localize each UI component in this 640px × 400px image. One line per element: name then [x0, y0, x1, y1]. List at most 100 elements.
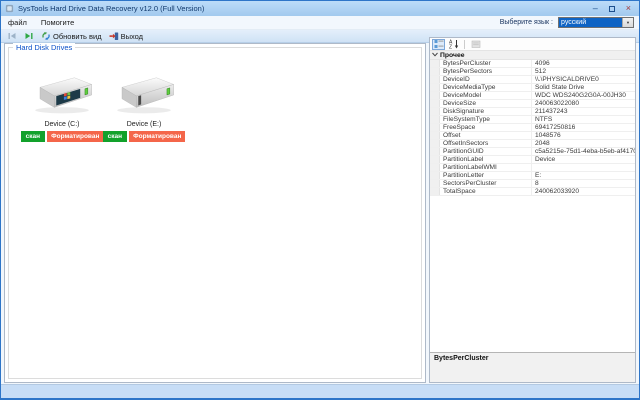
property-value: 211437243: [535, 108, 568, 115]
category-row[interactable]: Прочее: [430, 51, 635, 60]
nav-last-button[interactable]: [22, 30, 36, 42]
property-row[interactable]: DiskSignature 211437243: [430, 108, 635, 116]
property-panel: A Z Прочее BytesPerCluster 4096 BytesPer…: [429, 37, 636, 383]
property-name: BytesPerSectors: [440, 68, 532, 75]
property-row[interactable]: PartitionLetter E:: [430, 172, 635, 180]
nav-first-button[interactable]: [5, 30, 19, 42]
row-gutter: [430, 164, 440, 171]
property-row[interactable]: PartitionLabel Device: [430, 156, 635, 164]
row-gutter: [430, 68, 440, 75]
drives-panel: Hard Disk Drives Device (C:) скан Формат…: [4, 43, 426, 383]
scan-button[interactable]: скан: [102, 131, 128, 142]
property-name: OffsetInSectors: [440, 140, 532, 147]
toolbar-separator: [464, 39, 465, 49]
row-gutter: [430, 84, 440, 91]
drive-item: Device (C:) скан Форматирован: [20, 72, 104, 142]
alphabetical-sort-icon: A Z: [449, 40, 458, 50]
property-name: DeviceModel: [440, 92, 532, 99]
property-row[interactable]: BytesPerCluster 4096: [430, 60, 635, 68]
status-bar: [1, 384, 639, 398]
hard-drive-icon[interactable]: [28, 72, 96, 116]
property-row[interactable]: DeviceMediaType Solid State Drive: [430, 84, 635, 92]
row-gutter: [430, 116, 440, 123]
language-value: русский: [559, 18, 622, 27]
scan-button[interactable]: скан: [20, 131, 46, 142]
property-row[interactable]: TotalSpace 240062033920: [430, 188, 635, 196]
property-name: FreeSpace: [440, 124, 532, 131]
property-row[interactable]: SectorsPerCluster 8: [430, 180, 635, 188]
format-button[interactable]: Форматирован: [129, 131, 186, 142]
minimize-button[interactable]: –: [593, 4, 598, 13]
alphabetical-button[interactable]: A Z: [447, 39, 460, 50]
property-row[interactable]: DeviceID \\.\PHYSICALDRIVE0: [430, 76, 635, 84]
refresh-label: Обновить вид: [53, 31, 102, 41]
window-title: SysTools Hard Drive Data Recovery v12.0 …: [18, 4, 205, 13]
hard-drive-icon[interactable]: [110, 72, 178, 116]
chevron-down-icon: [430, 52, 440, 59]
app-icon: [5, 4, 14, 13]
property-value: 512: [535, 68, 547, 75]
property-rows: BytesPerCluster 4096 BytesPerSectors 512 Dev…: [430, 60, 635, 196]
property-value: Device: [535, 156, 556, 163]
property-row[interactable]: PartitionLabelWMI: [430, 164, 635, 172]
format-button[interactable]: Форматирован: [47, 131, 104, 142]
property-value: 2048: [535, 140, 550, 147]
property-name: DeviceID: [440, 76, 532, 83]
property-value: \\.\PHYSICALDRIVE0: [535, 76, 599, 83]
property-value: E:: [535, 172, 542, 179]
row-gutter: [430, 124, 440, 131]
property-row[interactable]: OffsetInSectors 2048: [430, 140, 635, 148]
property-pages-button: [469, 39, 482, 50]
property-row[interactable]: BytesPerSectors 512: [430, 68, 635, 76]
row-gutter: [430, 60, 440, 67]
row-gutter: [430, 140, 440, 147]
property-name: TotalSpace: [440, 188, 532, 195]
drive-name: Device (E:): [126, 121, 162, 128]
row-gutter: [430, 172, 440, 179]
row-gutter: [430, 188, 440, 195]
property-name: PartitionGUID: [440, 148, 532, 155]
property-pages-icon: [471, 40, 480, 48]
language-select[interactable]: русский ▼: [558, 17, 634, 28]
exit-button[interactable]: Выход: [107, 30, 145, 42]
chevron-down-icon[interactable]: ▼: [622, 18, 633, 27]
drive-buttons: скан Форматирован: [102, 131, 186, 142]
property-row[interactable]: FileSystemType NTFS: [430, 116, 635, 124]
drive-buttons: скан Форматирован: [20, 131, 104, 142]
property-grid-toolbar: A Z: [430, 38, 635, 51]
svg-text:Z: Z: [449, 45, 452, 50]
property-value: NTFS: [535, 116, 553, 123]
property-name: DeviceSize: [440, 100, 532, 107]
property-row[interactable]: FreeSpace 69417250816: [430, 124, 635, 132]
categorized-button[interactable]: [432, 38, 445, 50]
property-value: Solid State Drive: [535, 84, 585, 91]
property-name: DiskSignature: [440, 108, 532, 115]
language-area: Выберите язык : русский ▼: [500, 17, 639, 28]
window-controls: – ×: [593, 4, 635, 13]
property-value: 8: [535, 180, 539, 187]
maximize-button[interactable]: [608, 5, 615, 12]
refresh-button[interactable]: Обновить вид: [39, 30, 104, 42]
drives-groupbox: Hard Disk Drives Device (C:) скан Формат…: [8, 43, 422, 379]
description-title: BytesPerCluster: [434, 355, 489, 362]
menu-help[interactable]: Помогите: [34, 18, 81, 27]
property-row[interactable]: Offset 1048576: [430, 132, 635, 140]
property-row[interactable]: DeviceSize 240063022080: [430, 100, 635, 108]
language-label: Выберите язык :: [499, 19, 553, 26]
property-value: 69417250816: [535, 124, 576, 131]
refresh-icon: [42, 32, 50, 40]
property-name: DeviceMediaType: [440, 84, 532, 91]
close-button[interactable]: ×: [626, 4, 631, 13]
property-row[interactable]: PartitionGUID c5a5215e-75d1-4eba-b5eb-af4…: [430, 148, 635, 156]
skip-forward-icon: [25, 33, 33, 39]
row-gutter: [430, 156, 440, 163]
property-value: 240063022080: [535, 100, 580, 107]
drive-name: Device (C:): [44, 121, 80, 128]
property-value: c5a5215e-75d1-4eba-b5eb-af417079621a: [535, 148, 635, 155]
property-name: Offset: [440, 132, 532, 139]
property-row[interactable]: DeviceModel WDC WDS240G2G0A-00JH30: [430, 92, 635, 100]
skip-back-icon: [8, 33, 16, 39]
menu-file[interactable]: файл: [1, 18, 34, 27]
exit-label: Выход: [120, 31, 144, 41]
property-name: PartitionLetter: [440, 172, 532, 179]
